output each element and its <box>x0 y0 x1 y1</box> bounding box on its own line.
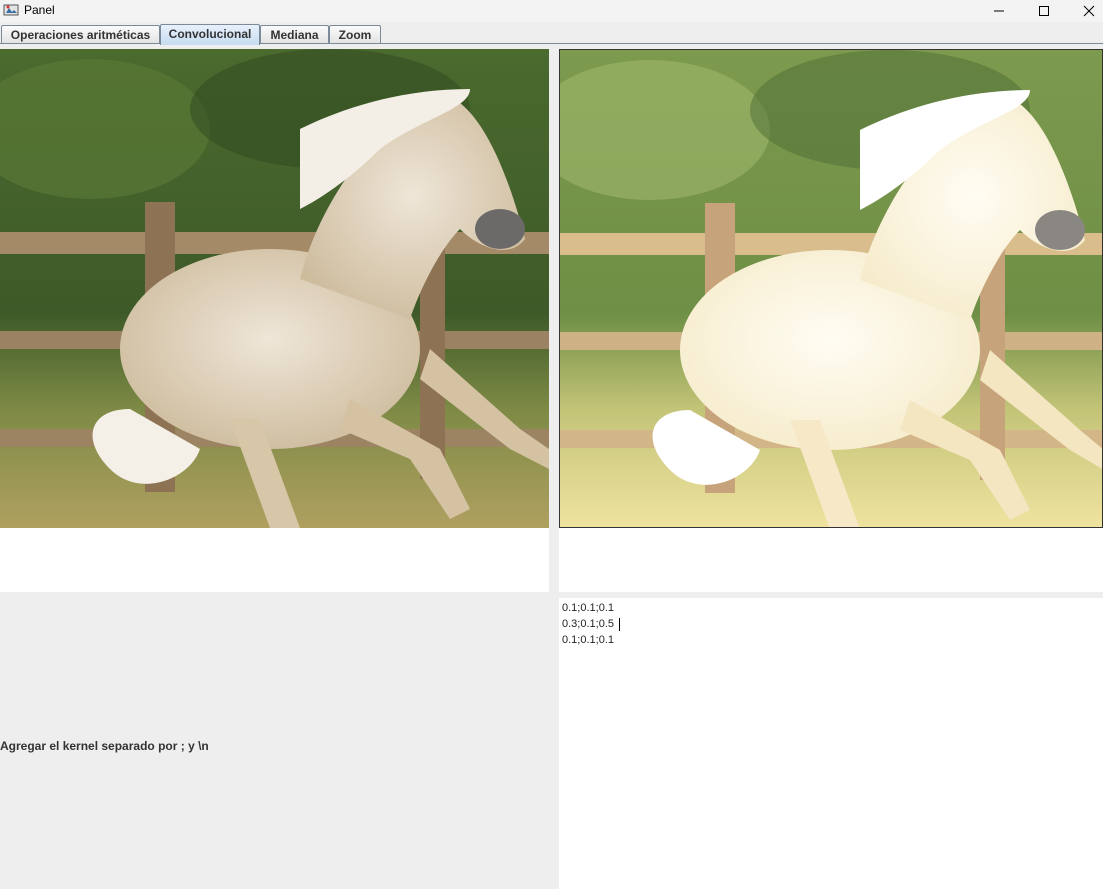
minimize-icon <box>994 10 1004 12</box>
kernel-row-1: 0.1;0.1;0.1 <box>562 602 614 614</box>
processed-image <box>559 49 1103 528</box>
close-button[interactable] <box>1066 0 1103 22</box>
horse-image-original <box>0 49 549 528</box>
title-bar: Panel <box>0 0 1103 22</box>
kernel-label: Agregar el kernel separado por ; y \n <box>0 739 209 753</box>
tab-zoom[interactable]: Zoom <box>329 25 381 44</box>
java-app-icon <box>3 4 19 16</box>
minimize-button[interactable] <box>976 0 1022 22</box>
kernel-text-area[interactable]: 0.1;0.1;0.1 0.3;0.1;0.5 0.1;0.1;0.1 <box>559 598 1103 889</box>
close-icon <box>1083 5 1095 17</box>
tab-convolucional[interactable]: Convolucional <box>160 24 260 45</box>
horse-image-processed <box>560 50 1102 527</box>
tab-mediana[interactable]: Mediana <box>260 25 329 44</box>
kernel-row-3: 0.1;0.1;0.1 <box>562 634 614 646</box>
processed-image-padding <box>559 528 1103 592</box>
maximize-icon <box>1039 6 1049 16</box>
original-image-padding <box>0 528 549 592</box>
tab-operaciones-aritmeticas[interactable]: Operaciones aritméticas <box>1 25 160 44</box>
window-title: Panel <box>24 3 55 17</box>
text-caret <box>619 618 620 631</box>
kernel-row-2: 0.3;0.1;0.5 <box>562 618 614 630</box>
maximize-button[interactable] <box>1021 0 1067 22</box>
original-image <box>0 49 549 528</box>
